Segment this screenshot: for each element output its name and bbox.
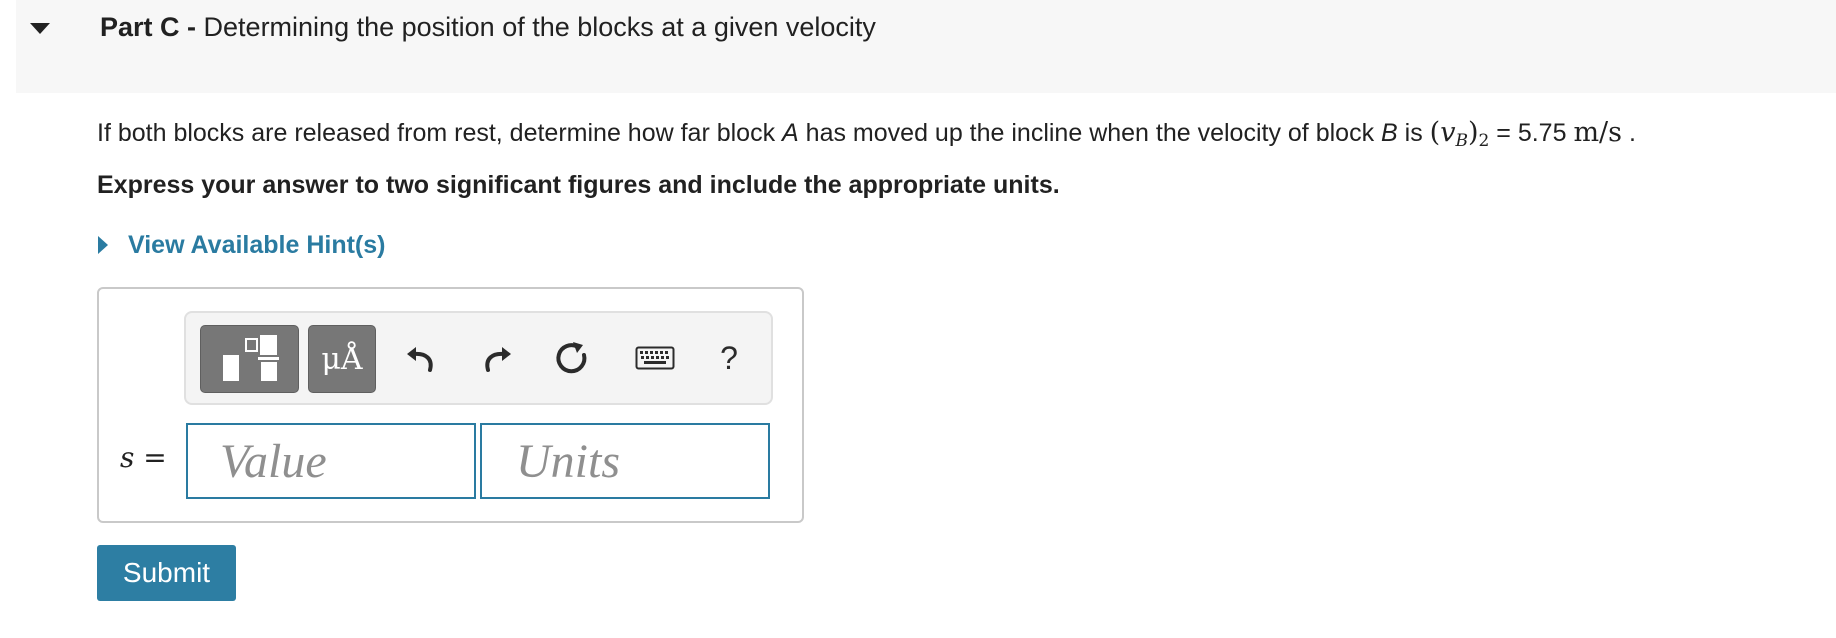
redo-icon: [485, 347, 511, 372]
undo-icon: [407, 347, 433, 372]
view-hints-link[interactable]: View Available Hint(s): [96, 228, 385, 262]
units-label: μÅ: [321, 341, 363, 377]
part-title: Part C - Determining the position of the…: [100, 11, 876, 43]
templates-button[interactable]: [200, 325, 299, 393]
submit-button[interactable]: Submit: [97, 545, 236, 601]
block-b-symbol: B: [1381, 119, 1398, 147]
value-input[interactable]: [186, 423, 476, 499]
templates-icon: [222, 335, 279, 381]
math-paren: ): [1467, 117, 1479, 148]
math-index: 2: [1478, 131, 1490, 151]
block-a-symbol: A: [782, 119, 799, 147]
question-text: If both blocks are released from rest, d…: [97, 113, 1636, 161]
reset-icon: [556, 342, 587, 374]
question-period: .: [1622, 119, 1636, 147]
answer-variable: s: [120, 441, 135, 474]
part-separator: -: [179, 12, 204, 42]
collapse-caret-icon[interactable]: [28, 20, 52, 36]
expand-caret-icon: [98, 236, 108, 254]
question-segment: has moved up the incline when the veloci…: [798, 119, 1382, 147]
velocity-unit: m/s: [1573, 117, 1623, 148]
math-subscript: B: [1455, 131, 1468, 151]
answer-variable-label: s =: [120, 441, 167, 474]
math-variable: v: [1440, 117, 1456, 148]
keyboard-button[interactable]: [627, 333, 683, 383]
help-button[interactable]: ?: [704, 333, 754, 383]
velocity-value: = 5.75: [1489, 119, 1574, 147]
part-title-text: Determining the position of the blocks a…: [203, 12, 876, 42]
part-label: Part C: [100, 12, 180, 42]
undo-button[interactable]: [396, 333, 446, 383]
units-button[interactable]: μÅ: [308, 325, 376, 393]
hint-label: View Available Hint(s): [128, 230, 386, 259]
math-toolbar: μÅ ?: [184, 311, 773, 405]
redo-button[interactable]: [472, 333, 522, 383]
answer-instruction: Express your answer to two significant f…: [97, 171, 1060, 199]
math-paren: (: [1429, 117, 1441, 148]
question-segment: is: [1397, 119, 1430, 147]
keyboard-icon: [635, 346, 675, 370]
help-label: ?: [720, 339, 738, 376]
answer-equals: =: [134, 441, 167, 474]
units-input[interactable]: [480, 423, 770, 499]
reset-button[interactable]: [547, 333, 597, 383]
velocity-expression: (vB)2: [1429, 117, 1490, 151]
question-segment: If both blocks are released from rest, d…: [97, 119, 783, 147]
